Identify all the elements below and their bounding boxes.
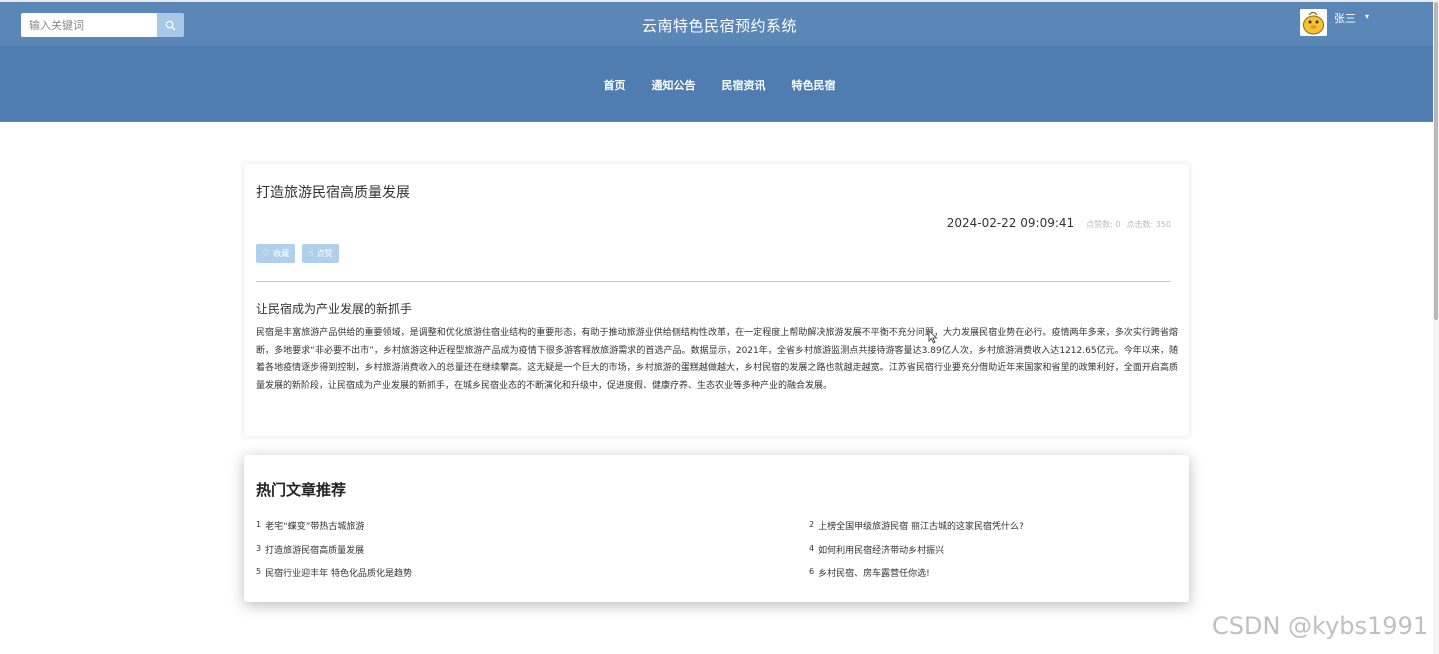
article-card: 打造旅游民宿高质量发展 2024-02-22 09:09:41 点赞数: 0 点… xyxy=(244,164,1189,436)
avatar-duck-icon xyxy=(1300,9,1327,36)
like-count: 点赞数: 0 xyxy=(1086,220,1121,229)
heart-icon: ♡ xyxy=(262,248,271,259)
hot-article-item[interactable]: 4 如何利用民宿经济带动乡村振兴 xyxy=(809,543,944,556)
nav-item-homestays[interactable]: 特色民宿 xyxy=(792,77,836,93)
nav-item-notices[interactable]: 通知公告 xyxy=(652,77,696,93)
article-date: 2024-02-22 09:09:41 xyxy=(946,216,1075,230)
favorite-button[interactable]: ♡ 收藏 xyxy=(256,244,296,263)
hot-article-text: 如何利用民宿经济带动乡村振兴 xyxy=(818,546,945,556)
nav-bar: 首页 通知公告 民宿资讯 特色民宿 xyxy=(0,46,1439,122)
watermark: CSDN @kybs1991 xyxy=(1212,612,1429,640)
like-button[interactable]: ☝ 点赞 xyxy=(302,244,339,263)
nav-item-news[interactable]: 民宿资讯 xyxy=(722,77,766,93)
article-actions: ♡ 收藏 ☝ 点赞 xyxy=(256,244,346,263)
hot-article-text: 老宅“蝶变”带热古城旅游 xyxy=(265,522,365,532)
hot-article-text: 上榜全国甲级旅游民宿 丽江古城的这家民宿凭什么? xyxy=(818,522,1024,532)
avatar[interactable] xyxy=(1300,9,1327,36)
like-label: 点赞 xyxy=(316,249,333,258)
site-title: 云南特色民宿预约系统 xyxy=(641,17,797,35)
article-subtitle: 让民宿成为产业发展的新抓手 xyxy=(256,302,413,316)
user-name[interactable]: 张三 xyxy=(1334,10,1356,26)
hot-article-num: 5 xyxy=(256,567,262,576)
hot-article-text: 乡村民宿、房车露营任你选! xyxy=(818,569,930,579)
hot-articles-title: 热门文章推荐 xyxy=(256,481,347,499)
hot-article-text: 民宿行业迎丰年 特色化品质化是趋势 xyxy=(265,569,412,579)
chevron-down-icon[interactable]: ▾ xyxy=(1365,12,1369,21)
hot-article-num: 2 xyxy=(809,520,815,529)
article-meta: 2024-02-22 09:09:41 点赞数: 0 点击数: 350 xyxy=(947,216,1171,230)
hot-article-item[interactable]: 6 乡村民宿、房车露营任你选! xyxy=(809,566,930,579)
scrollbar-thumb[interactable] xyxy=(1434,2,1438,320)
hot-article-num: 1 xyxy=(256,520,262,529)
article-body: 民宿是丰富旅游产品供给的重要领域，是调整和优化旅游住宿业结构的重要形态，有助于推… xyxy=(256,328,1178,391)
hot-article-item[interactable]: 1 老宅“蝶变”带热古城旅游 xyxy=(256,519,364,532)
thumbs-up-icon: ☝ xyxy=(308,248,314,259)
article-title: 打造旅游民宿高质量发展 xyxy=(256,185,410,201)
hot-article-num: 4 xyxy=(809,544,815,553)
hot-article-item[interactable]: 3 打造旅游民宿高质量发展 xyxy=(256,543,364,556)
user-menu[interactable]: 张三 ▾ xyxy=(1300,9,1369,39)
hot-article-item[interactable]: 5 民宿行业迎丰年 特色化品质化是趋势 xyxy=(256,566,412,579)
top-bar: 云南特色民宿预约系统 张三 ▾ xyxy=(0,0,1439,46)
hot-article-num: 6 xyxy=(809,567,815,576)
mouse-cursor-icon xyxy=(928,330,938,344)
hot-articles-card: 热门文章推荐 1 老宅“蝶变”带热古城旅游 2 上榜全国甲级旅游民宿 丽江古城的这家… xyxy=(244,455,1189,602)
divider xyxy=(256,281,1171,282)
favorite-label: 收藏 xyxy=(273,249,290,258)
hot-article-num: 3 xyxy=(256,544,262,553)
hot-article-text: 打造旅游民宿高质量发展 xyxy=(265,546,365,556)
hot-article-item[interactable]: 2 上榜全国甲级旅游民宿 丽江古城的这家民宿凭什么? xyxy=(809,519,1024,532)
click-count: 点击数: 350 xyxy=(1126,220,1171,229)
nav-menu: 首页 通知公告 民宿资讯 特色民宿 xyxy=(0,77,1439,93)
nav-item-home[interactable]: 首页 xyxy=(604,77,626,93)
